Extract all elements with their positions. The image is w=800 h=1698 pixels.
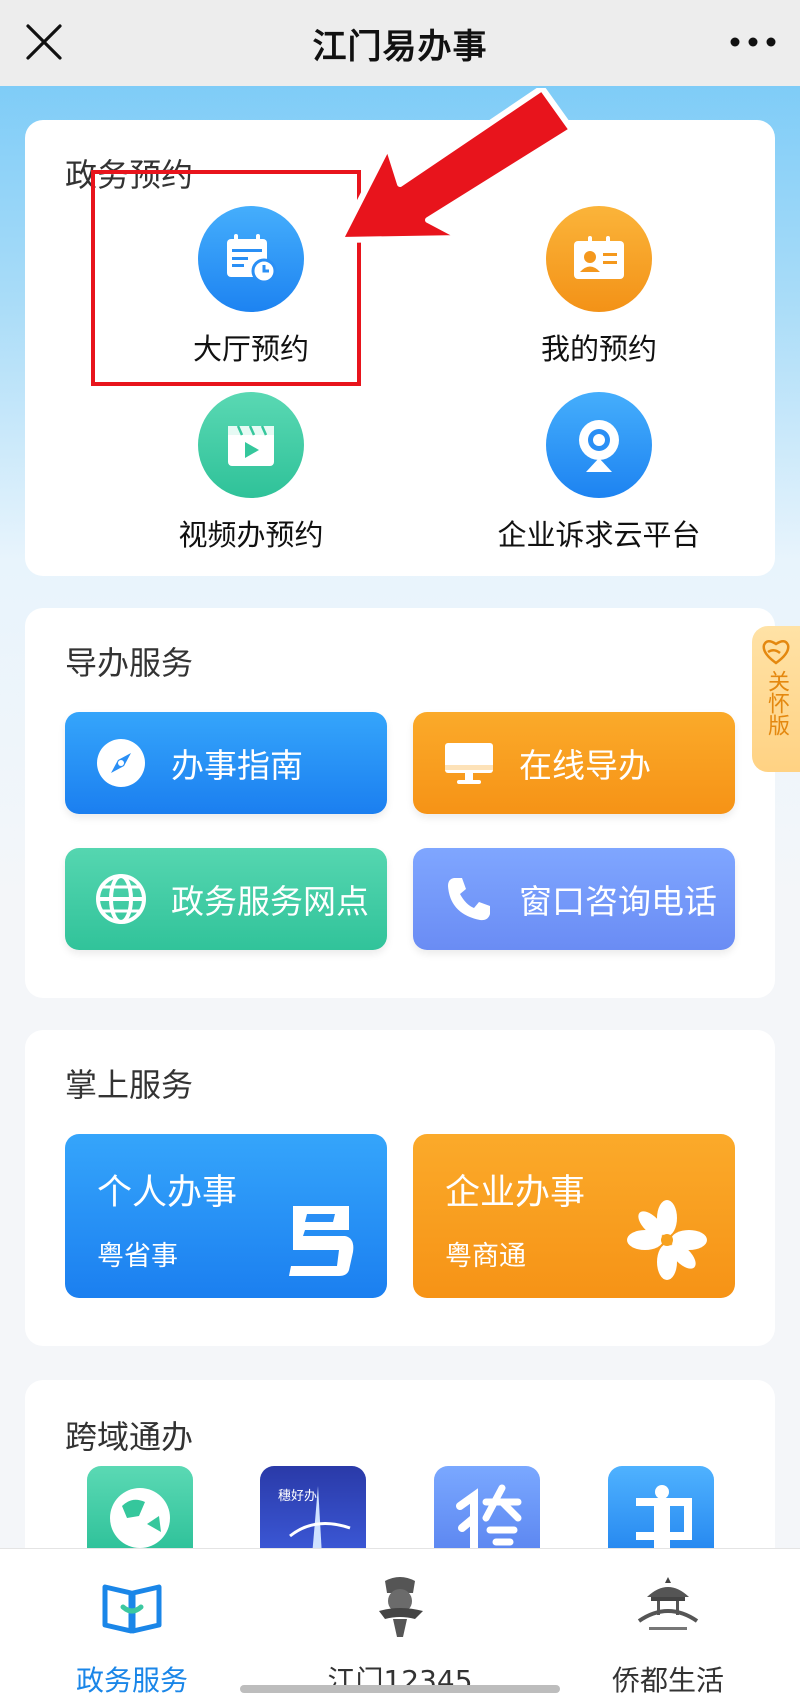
service-outlets-button[interactable]: 政务服务网点	[65, 848, 387, 950]
tab-label: 侨都生活	[611, 1664, 724, 1697]
top-bar: 江门易办事	[0, 0, 800, 86]
tab-jiangmen-12345[interactable]: 江门12345	[300, 1549, 500, 1698]
pointer-arrow-icon	[337, 88, 575, 243]
video-appointment-item[interactable]: 视频办预约	[121, 392, 381, 554]
button-label: 企业办事	[445, 1173, 586, 1213]
mobile-services-card: 掌上服务 个人办事 粤省事 企业办事 粤商通	[25, 1030, 775, 1346]
tab-label: 政务服务	[75, 1664, 188, 1697]
online-guide-button[interactable]: 在线导办	[413, 712, 735, 814]
home-indicator	[240, 1685, 560, 1693]
page-title: 江门易办事	[312, 26, 488, 67]
button-label: 办事指南	[171, 746, 303, 785]
tu-app-icon[interactable]	[434, 1466, 540, 1556]
item-label: 视频办预约	[178, 518, 324, 552]
section-title: 掌上服务	[65, 1066, 194, 1104]
tab-gov-services[interactable]: 政务服务	[32, 1549, 232, 1698]
video-play-icon	[198, 392, 304, 498]
heart-hand-icon	[762, 640, 790, 665]
button-sublabel: 粤商通	[445, 1241, 526, 1272]
book-icon	[102, 1584, 162, 1634]
bottom-tab-bar: 政务服务 江门12345 侨都生活	[0, 1548, 800, 1698]
enterprise-affairs-button[interactable]: 企业办事 粤商通	[413, 1134, 735, 1298]
item-label: 企业诉求云平台	[497, 518, 701, 552]
button-label: 政务服务网点	[171, 882, 369, 921]
earth-app-icon[interactable]	[87, 1466, 193, 1556]
more-icon[interactable]	[726, 22, 780, 62]
button-label: 个人办事	[97, 1173, 238, 1213]
item-label: 我的预约	[540, 332, 657, 366]
monitor-icon	[441, 735, 497, 791]
section-title: 导办服务	[65, 644, 194, 682]
care-mode-tab[interactable]: 关怀版	[752, 626, 800, 772]
pavilion-icon	[637, 1577, 699, 1630]
button-label: 在线导办	[519, 746, 651, 785]
app-text: 穗好办	[278, 1489, 317, 1504]
close-icon[interactable]	[22, 20, 66, 64]
tab-qiaodu-life[interactable]: 侨都生活	[568, 1549, 768, 1698]
webcam-icon	[546, 392, 652, 498]
personal-affairs-button[interactable]: 个人办事 粤省事	[65, 1134, 387, 1298]
section-title: 跨域通办	[65, 1418, 194, 1456]
button-sublabel: 粤省事	[97, 1241, 178, 1272]
button-label: 窗口咨询电话	[519, 882, 717, 921]
compass-icon	[93, 735, 149, 791]
phone-icon	[441, 871, 497, 927]
flower-logo-icon	[627, 1200, 707, 1280]
map-app-icon[interactable]	[608, 1466, 714, 1556]
window-phone-button[interactable]: 窗口咨询电话	[413, 848, 735, 950]
care-mode-label: 关怀版	[764, 670, 789, 736]
service-guide-button[interactable]: 办事指南	[65, 712, 387, 814]
mascot-icon	[379, 1577, 423, 1637]
enterprise-platform-item[interactable]: 企业诉求云平台	[469, 392, 729, 554]
globe-icon	[93, 871, 149, 927]
suihaoban-app-icon[interactable]: 穗好办	[260, 1466, 366, 1556]
yue-logo-icon	[289, 1206, 354, 1276]
guide-card: 导办服务 办事指南 在线导办 政务服务网点 窗口咨询电话	[25, 608, 775, 998]
